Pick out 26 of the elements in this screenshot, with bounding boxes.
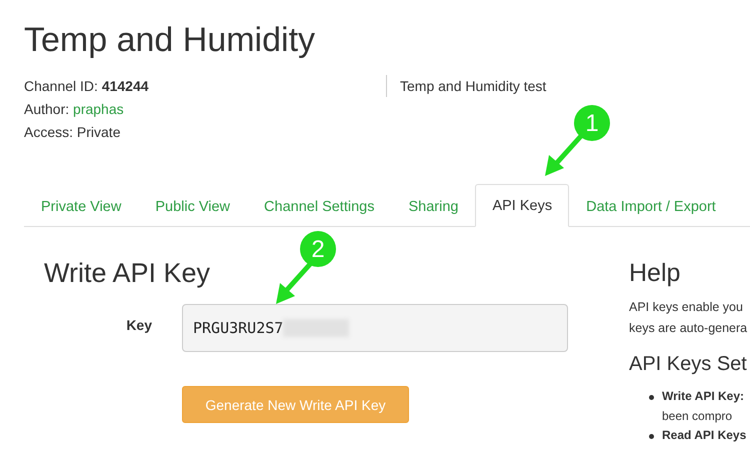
- channel-description: Temp and Humidity test: [386, 75, 546, 97]
- help-text: keys are auto-genera: [629, 320, 748, 337]
- bullet-icon: [649, 434, 654, 439]
- tab[interactable]: API Keys: [475, 184, 570, 227]
- field-label: Key: [125, 317, 153, 333]
- numbered-callout: 1: [537, 102, 618, 182]
- tab[interactable]: Private View: [24, 185, 138, 227]
- tab[interactable]: Data Import / Export: [569, 185, 733, 227]
- bullet-text: Read API Keys: [662, 427, 746, 444]
- bullet-text: been compro: [662, 408, 734, 424]
- bullet-icon: [649, 395, 654, 400]
- tab[interactable]: Channel Settings: [247, 185, 392, 227]
- channel-id: Channel ID: 414244: [24, 77, 150, 96]
- author-label: Author:: [24, 101, 70, 117]
- access-text: Access: Private: [24, 123, 122, 142]
- channel-title: Temp and Humidity: [24, 20, 316, 60]
- tab[interactable]: Sharing: [391, 185, 476, 227]
- generate-key-button[interactable]: Generate New Write API Key: [182, 386, 409, 423]
- section-heading: Write API Key: [44, 257, 212, 289]
- input-field[interactable]: PRGU3RU2S7: [182, 304, 568, 352]
- help-heading: Help: [629, 258, 682, 289]
- subheading: API Keys Set: [629, 352, 748, 377]
- tab[interactable]: Public View: [138, 185, 248, 227]
- author-link[interactable]: praphas: [73, 101, 124, 117]
- help-text: API keys enable you: [629, 299, 744, 316]
- bullet-text: Write API Key:: [662, 388, 744, 405]
